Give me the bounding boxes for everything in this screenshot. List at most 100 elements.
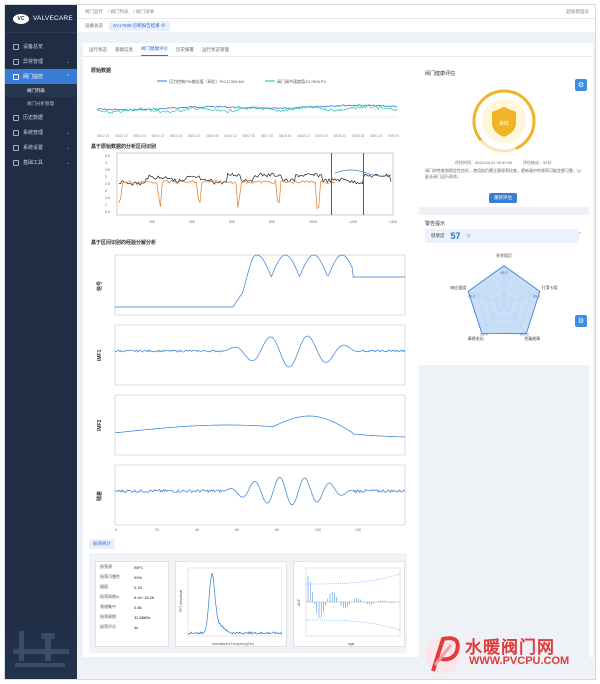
radar-value-label: 100.0 bbox=[519, 333, 529, 337]
score-unit: 分 bbox=[466, 233, 471, 238]
stats-tag[interactable]: 振荡统计 bbox=[89, 539, 115, 549]
emd-line bbox=[115, 335, 406, 368]
y-tick-label: 1 bbox=[105, 203, 107, 207]
app-window: VC VALVECARE 设备总览 异常管理 ⌄ 阀门监控 ⌃ 阀门列表 阀门分析管… bbox=[4, 4, 596, 680]
x-tick-label: 200 bbox=[149, 220, 155, 224]
tab-diagnosis-report[interactable]: SV17608 诊断报告结果 ⊗ bbox=[109, 20, 170, 31]
chevron-up-icon: ⌃ bbox=[65, 73, 70, 80]
stats-row: 振荡评分 4s bbox=[100, 624, 139, 630]
acf-chart: ACF lags bbox=[293, 561, 405, 647]
acf-ylabel: ACF bbox=[297, 599, 301, 606]
fft-chart: FFT amplitude Normalized Frequency(Hz) bbox=[175, 561, 287, 647]
radar-axis-label: 打滑卡阻 bbox=[542, 284, 558, 290]
sidebar-item-system-manage[interactable]: 系统管理 ⌄ bbox=[5, 125, 77, 140]
info-icon[interactable]: ◔ bbox=[577, 231, 581, 237]
emd-panel: 残差 0 20 40 60 80 100 120 bbox=[96, 464, 406, 532]
warning-card-title: 警告提示 bbox=[425, 221, 446, 227]
x-tick-label: 08/23 20 bbox=[370, 134, 383, 138]
subtab-history-alarm[interactable]: 历史报警 bbox=[176, 47, 194, 56]
x-tick-labels: 200 400 600 800 1000 1200 1400 bbox=[149, 220, 397, 224]
stats-row: 振荡周期 32.8889s bbox=[100, 614, 151, 620]
score-value: 57 bbox=[450, 231, 461, 241]
app-logo[interactable]: VC VALVECARE bbox=[5, 5, 77, 33]
segment-chart: 4.5 4 3.5 3 2.5 2 1.5 1 0.5 200 400 600 800 1000 1200… bbox=[105, 152, 397, 224]
tool-icon bbox=[13, 159, 19, 166]
y-tick-label: 0.5 bbox=[105, 210, 110, 214]
section-title-emd: 基于区间识别的经验分解分析 bbox=[91, 240, 157, 246]
emd-panel: IMF2 bbox=[97, 394, 406, 456]
logo-mark: VC bbox=[13, 13, 29, 24]
y-tick-label: 2.5 bbox=[105, 182, 110, 186]
x-tick-label: 20 bbox=[155, 528, 159, 532]
x-tick-label: 1200 bbox=[349, 220, 357, 224]
x-tick-label: 08/14 16 bbox=[170, 134, 183, 138]
user-menu[interactable]: 超级管理员 bbox=[567, 9, 590, 15]
app-name: VALVECARE bbox=[33, 15, 73, 22]
subtab-run-status[interactable]: 运行状态 bbox=[89, 47, 107, 56]
sidebar: VC VALVECARE 设备总览 异常管理 ⌄ 阀门监控 ⌃ 阀门列表 阀门分析管… bbox=[5, 5, 77, 679]
x-tick-label: 1400 bbox=[389, 220, 397, 224]
watermark-url: WWW.PVCPU.COM bbox=[469, 655, 570, 667]
radar-axis-label: 多余阻尼 bbox=[496, 252, 512, 258]
close-icon[interactable]: ⊗ bbox=[161, 23, 166, 28]
sidebar-item-overview[interactable]: 设备总览 bbox=[5, 39, 77, 54]
radar-chart: 多余阻尼98.0打滑卡阻99.0泄漏故障100.0摩擦老化99.0响应速度99.… bbox=[450, 252, 557, 341]
chevron-down-icon: ⌄ bbox=[65, 129, 70, 136]
x-tick-label: 08/12 20 bbox=[97, 134, 110, 138]
valve-icon bbox=[13, 73, 19, 80]
gear-icon[interactable]: ⚙ bbox=[575, 315, 587, 327]
y-tick-label: 1.5 bbox=[105, 196, 110, 200]
sidebar-item-system-settings[interactable]: 系统设置 ⌄ bbox=[5, 140, 77, 155]
radar-grid: 多余阻尼98.0打滑卡阻99.0泄漏故障100.0摩擦老化99.0响应速度99.… bbox=[450, 252, 557, 341]
radar-area bbox=[467, 265, 541, 335]
x-tick-label: 400 bbox=[189, 220, 195, 224]
radar-value-label: 99.0 bbox=[480, 333, 487, 337]
stats-row: 振荡源 IMF1 bbox=[100, 564, 144, 570]
subtab-status-manage[interactable]: 运行状态管理 bbox=[202, 47, 229, 56]
x-tick-label: 800 bbox=[269, 220, 275, 224]
gear-icon bbox=[13, 129, 19, 136]
x-tick-label: 08/12 22 bbox=[115, 134, 128, 138]
y-tick-labels: 4.5 4 3.5 3 2.5 2 1.5 1 0.5 bbox=[105, 154, 110, 214]
emd-panels: 信号 IMF1 IMF2 残差 0 20 40 60 80 100 120 bbox=[96, 254, 406, 532]
x-tick-label: 40 bbox=[195, 528, 199, 532]
gear-icon[interactable]: ⚙ bbox=[575, 79, 587, 91]
segment-marker bbox=[331, 153, 332, 215]
acf-xlabel: lags bbox=[348, 642, 355, 646]
y-tick-label: 4.5 bbox=[105, 154, 110, 158]
eval-result: 评估结论：99分 bbox=[523, 160, 552, 165]
subtab-basic-info[interactable]: 基础信息 bbox=[115, 47, 133, 56]
segment-line bbox=[118, 179, 336, 209]
stats-row: 幅值 0.15 bbox=[100, 584, 142, 590]
breadcrumb-item[interactable]: 阀门监控 bbox=[85, 9, 103, 14]
stats-row: 频谱集中 0.86 bbox=[100, 604, 142, 610]
watermark: 水暖阀门网 WWW.PVCPU.COM bbox=[421, 631, 589, 677]
x-tick-label: 100 bbox=[315, 528, 321, 532]
x-tick-label: 08/15 12 bbox=[224, 134, 237, 138]
stats-row: 振荡可靠性 99% bbox=[100, 574, 143, 580]
x-tick-label: 600 bbox=[229, 220, 235, 224]
signal-line bbox=[118, 172, 392, 186]
sidebar-item-tools[interactable]: 基础工具 ⌄ bbox=[5, 155, 77, 170]
x-tick-label: 1000 bbox=[309, 220, 317, 224]
subtab-health-eval[interactable]: 阀门健康评价 bbox=[141, 46, 168, 56]
breadcrumb-item: 阀门详情 bbox=[136, 8, 155, 14]
fft-ylabel: FFT amplitude bbox=[179, 589, 183, 612]
tab-overview[interactable]: 设备总览 bbox=[85, 23, 103, 29]
x-tick-label: 08/17 20 bbox=[261, 134, 274, 138]
health-desc: 阀门的性能和稳定性良好，使用前仍需注意保养检查，更新维护的频率可能会更可靠，以延… bbox=[425, 168, 581, 179]
sidebar-item-valve-monitor[interactable]: 阀门监控 ⌃ bbox=[5, 69, 77, 84]
y-tick-label: 4 bbox=[105, 161, 107, 165]
sidebar-subitem-valve-analysis[interactable]: 阀门分析管理 bbox=[5, 97, 77, 110]
y-tick-label: 2 bbox=[105, 189, 107, 193]
re-evaluate-button[interactable]: 重新评估 bbox=[489, 193, 517, 203]
series-2-line bbox=[97, 105, 398, 114]
x-tick-label: 09/4 20 bbox=[388, 134, 399, 138]
sidebar-item-history[interactable]: 历史数据 bbox=[5, 110, 77, 125]
sidebar-subitem-valve-list[interactable]: 阀门列表 bbox=[5, 84, 77, 97]
breadcrumb-item[interactable]: 阀门列表 bbox=[111, 9, 129, 14]
y-tick-label: 3 bbox=[105, 175, 107, 179]
sidebar-item-alarms[interactable]: 异常管理 ⌄ bbox=[5, 54, 77, 69]
detail-subtabs: 运行状态 基础信息 阀门健康评价 历史报警 运行状态管理 bbox=[83, 43, 593, 57]
emd-panel-label: 信号 bbox=[96, 281, 103, 291]
